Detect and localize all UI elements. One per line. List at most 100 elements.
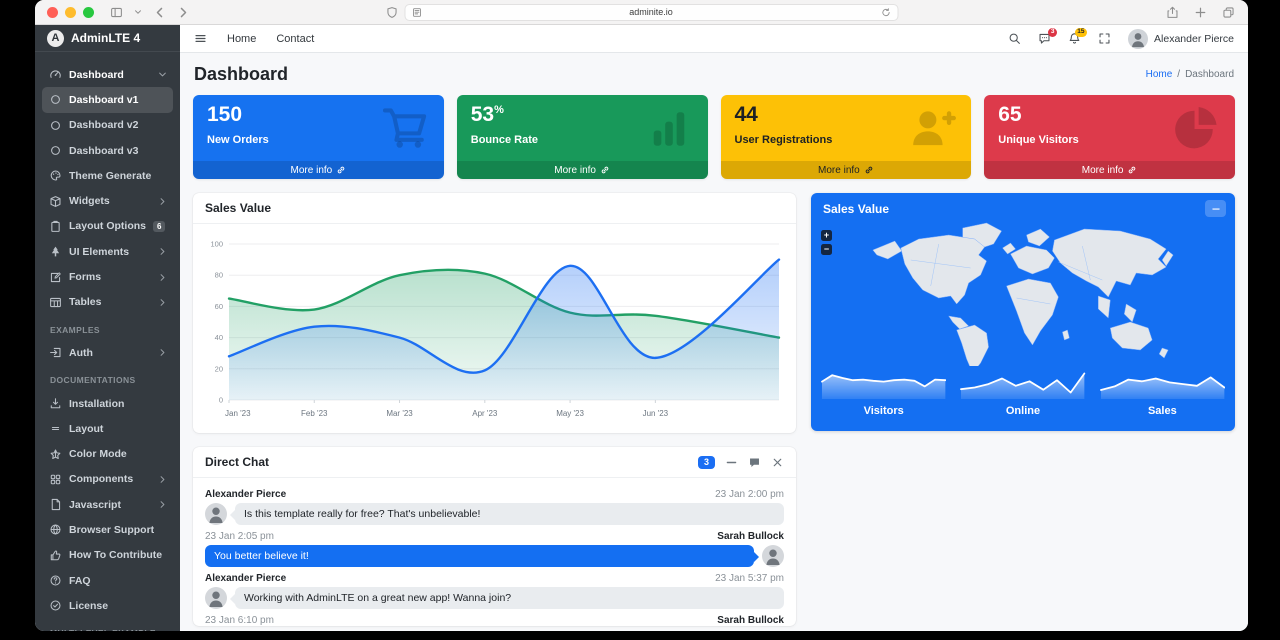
sidebar-item-theme-generate[interactable]: Theme Generate bbox=[42, 163, 173, 188]
message-bubble: Is this template really for free? That's… bbox=[235, 503, 784, 525]
sidebar-item-label: Tables bbox=[69, 296, 101, 308]
sidebar-item-label: Theme Generate bbox=[69, 170, 151, 182]
svg-text:100: 100 bbox=[210, 240, 223, 249]
box-arrow-in-right-icon bbox=[49, 346, 62, 359]
star-half-icon bbox=[49, 448, 62, 461]
message-time: 23 Jan 2:00 pm bbox=[715, 489, 784, 500]
more-info-link[interactable]: More info bbox=[721, 161, 972, 179]
adminlte-logo-icon: A bbox=[47, 30, 64, 47]
user-menu[interactable]: Alexander Pierce bbox=[1128, 29, 1234, 49]
forward-icon[interactable] bbox=[177, 6, 190, 19]
tab-overview-icon[interactable] bbox=[1222, 6, 1235, 19]
chat-messages: Alexander Pierce23 Jan 2:00 pmIs this te… bbox=[193, 478, 796, 626]
sidebar-item-dashboard-v1[interactable]: Dashboard v1 bbox=[42, 87, 173, 112]
zoom-window-button[interactable] bbox=[83, 7, 94, 18]
sidebar-item-ui-elements[interactable]: UI Elements bbox=[42, 239, 173, 264]
sidebar-item-color-mode[interactable]: Color Mode bbox=[42, 441, 173, 466]
new-tab-icon[interactable] bbox=[1194, 6, 1207, 19]
world-map[interactable]: + − bbox=[811, 218, 1235, 366]
chat-contacts-badge[interactable]: 3 bbox=[698, 456, 715, 469]
sidebar-item-dashboard-v3[interactable]: Dashboard v3 bbox=[42, 138, 173, 163]
palette-icon bbox=[49, 169, 62, 182]
address-bar[interactable]: adminite.io bbox=[404, 4, 898, 21]
sidebar-item-label: Dashboard v2 bbox=[69, 119, 138, 131]
map-collapse-button[interactable] bbox=[1205, 200, 1226, 217]
sparkline-label: Sales bbox=[1100, 405, 1225, 417]
sparkline-svg bbox=[960, 366, 1085, 400]
more-info-link[interactable]: More info bbox=[457, 161, 708, 179]
bar-chart-icon bbox=[643, 104, 695, 151]
sidebar-item-layout-options[interactable]: Layout Options6 bbox=[42, 214, 173, 239]
fullscreen-icon[interactable] bbox=[1098, 32, 1111, 45]
chat-avatar bbox=[205, 587, 227, 609]
share-icon[interactable] bbox=[1166, 6, 1179, 19]
browser-window: adminite.io A AdminLTE 4 DashboardDashbo… bbox=[35, 0, 1248, 631]
svg-text:Apr '23: Apr '23 bbox=[472, 409, 498, 418]
contacts-toggle-icon[interactable] bbox=[748, 456, 761, 469]
reload-icon[interactable] bbox=[880, 7, 891, 18]
breadcrumb-current: Dashboard bbox=[1185, 69, 1234, 80]
sparkline-svg bbox=[821, 366, 946, 400]
sidebar-item-dashboard-v2[interactable]: Dashboard v2 bbox=[42, 113, 173, 138]
close-window-button[interactable] bbox=[47, 7, 58, 18]
brand-title: AdminLTE 4 bbox=[71, 31, 140, 45]
sidebar-item-license[interactable]: License bbox=[42, 593, 173, 618]
box-icon bbox=[49, 195, 62, 208]
privacy-shield-icon[interactable] bbox=[385, 6, 398, 19]
message-header: Alexander Pierce23 Jan 5:37 pm bbox=[205, 573, 784, 584]
svg-text:60: 60 bbox=[215, 302, 223, 311]
sidebar-item-forms[interactable]: Forms bbox=[42, 264, 173, 289]
sidebar-item-widgets[interactable]: Widgets bbox=[42, 188, 173, 213]
breadcrumb-home[interactable]: Home bbox=[1146, 69, 1173, 80]
link-icon bbox=[864, 165, 874, 175]
svg-text:Jan '23: Jan '23 bbox=[225, 409, 251, 418]
message-time: 23 Jan 2:05 pm bbox=[205, 531, 274, 542]
map-zoom-in-button[interactable]: + bbox=[821, 230, 832, 241]
sidebar-item-tables[interactable]: Tables bbox=[42, 290, 173, 315]
sidebar-item-label: Forms bbox=[69, 271, 101, 283]
brand[interactable]: A AdminLTE 4 bbox=[35, 25, 180, 52]
sidebar-item-browser-support[interactable]: Browser Support bbox=[42, 517, 173, 542]
collapse-icon[interactable] bbox=[725, 456, 738, 469]
close-icon[interactable] bbox=[771, 456, 784, 469]
sidebar-item-label: Dashboard v3 bbox=[69, 145, 138, 157]
svg-text:20: 20 bbox=[215, 364, 223, 373]
browser-sidebar-icon[interactable] bbox=[110, 6, 123, 19]
sidebar-item-label: Browser Support bbox=[69, 524, 154, 536]
notifications-button[interactable]: 15 bbox=[1068, 32, 1081, 45]
sidebar: A AdminLTE 4 Dashboard Dashboard v1 Dashbo… bbox=[35, 25, 180, 631]
sidebar-item-faq[interactable]: FAQ bbox=[42, 568, 173, 593]
window-controls bbox=[47, 7, 94, 18]
message-bubble: Working with AdminLTE on a great new app… bbox=[235, 587, 784, 609]
minimize-window-button[interactable] bbox=[65, 7, 76, 18]
reader-icon[interactable] bbox=[411, 7, 422, 18]
more-info-link[interactable]: More info bbox=[984, 161, 1235, 179]
messages-button[interactable]: 3 bbox=[1038, 32, 1051, 45]
more-info-link[interactable]: More info bbox=[193, 161, 444, 179]
sidebar-item-label: Installation bbox=[69, 398, 124, 410]
svg-text:May '23: May '23 bbox=[556, 409, 584, 418]
nav-link-contact[interactable]: Contact bbox=[276, 33, 314, 45]
map-zoom-out-button[interactable]: − bbox=[821, 244, 832, 255]
chat-avatar bbox=[205, 503, 227, 525]
sidebar-item-components[interactable]: Components bbox=[42, 467, 173, 492]
chevron-down-icon[interactable] bbox=[134, 8, 142, 16]
sidebar-item-label: Dashboard bbox=[69, 69, 124, 81]
sidebar-item-javascript[interactable]: Javascript bbox=[42, 492, 173, 517]
sales-value-card: Sales Value 020406080100Jan '23Feb '23Ma… bbox=[193, 193, 796, 433]
back-icon[interactable] bbox=[153, 6, 166, 19]
sidebar-item-layout[interactable]: Layout bbox=[42, 416, 173, 441]
sidebar-item-installation[interactable]: Installation bbox=[42, 391, 173, 416]
sidebar-item-auth[interactable]: Auth bbox=[42, 340, 173, 365]
nav-link-home[interactable]: Home bbox=[227, 33, 256, 45]
menu-toggle-icon[interactable] bbox=[194, 32, 207, 45]
circle-icon bbox=[49, 144, 62, 157]
notifications-count-badge: 15 bbox=[1075, 28, 1087, 37]
sidebar-item-how-to-contribute[interactable]: How To Contribute bbox=[42, 543, 173, 568]
sidebar-item-dashboard[interactable]: Dashboard bbox=[42, 62, 173, 87]
sparkline-online: Online bbox=[960, 366, 1085, 417]
content-area: Dashboard Home / Dashboard 150New Orders… bbox=[180, 53, 1248, 631]
sidebar-item-label: Color Mode bbox=[69, 448, 127, 460]
search-icon[interactable] bbox=[1008, 32, 1021, 45]
browser-toolbar: adminite.io bbox=[35, 0, 1248, 25]
